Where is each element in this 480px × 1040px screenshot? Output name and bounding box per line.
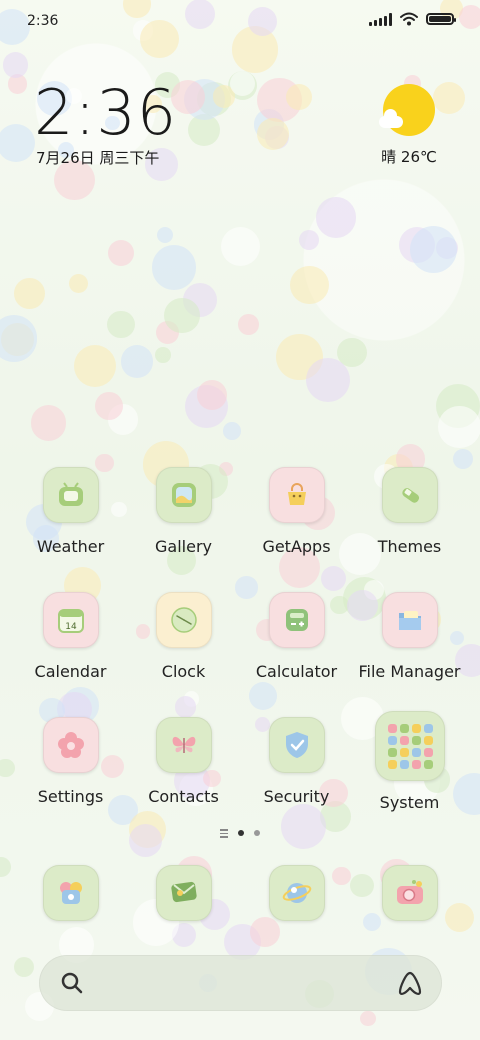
app-label: Settings — [37, 787, 104, 806]
status-bar: 2:36 — [0, 0, 480, 42]
app-label: File Manager — [358, 662, 461, 681]
app-themes[interactable]: Themes — [353, 467, 466, 556]
search-bar[interactable] — [39, 955, 442, 1011]
gallery-icon — [155, 467, 212, 523]
phone-icon — [42, 865, 99, 921]
app-label: Gallery — [155, 537, 212, 556]
app-gallery[interactable]: Gallery — [127, 467, 240, 556]
weather-widget-text: 晴 26℃ — [381, 148, 437, 166]
app-weather[interactable]: Weather — [14, 467, 127, 556]
calendar-icon: 14 — [42, 592, 99, 648]
app-label: Clock — [161, 662, 206, 681]
dock-messages[interactable] — [127, 865, 240, 921]
search-icon[interactable] — [60, 971, 84, 995]
app-label: GetApps — [262, 537, 331, 556]
butterfly-icon — [155, 717, 212, 773]
shield-icon — [268, 717, 325, 773]
app-label: Security — [263, 787, 330, 806]
page-indicator[interactable] — [0, 829, 480, 838]
app-file-manager[interactable]: File Manager — [353, 592, 466, 681]
weather-widget[interactable]: 晴 26℃ — [374, 84, 444, 167]
sun-cloud-icon — [379, 84, 435, 136]
flower-gear-icon — [42, 717, 99, 773]
calendar-badge: 14 — [65, 622, 77, 632]
browser-icon — [268, 865, 325, 921]
app-security[interactable]: Security — [240, 717, 353, 806]
status-icons — [369, 12, 456, 26]
wifi-icon — [400, 12, 418, 26]
app-getapps[interactable]: GetApps — [240, 467, 353, 556]
brush-icon — [381, 467, 438, 523]
shopping-bag-icon — [268, 467, 325, 523]
app-label: Weather — [36, 537, 105, 556]
camera-icon — [381, 865, 438, 921]
messages-icon — [155, 865, 212, 921]
folder-grid-icon — [374, 711, 445, 781]
app-contacts[interactable]: Contacts — [127, 717, 240, 806]
folder-icon — [381, 592, 438, 648]
assistant-icon[interactable] — [396, 969, 424, 997]
battery-icon — [426, 13, 456, 25]
dock-phone[interactable] — [14, 865, 127, 921]
app-settings[interactable]: Settings — [14, 717, 127, 806]
clock-widget-time[interactable]: 2:36 — [34, 76, 177, 149]
calculator-icon — [268, 592, 325, 648]
clock-icon — [155, 592, 212, 648]
app-calculator[interactable]: Calculator — [240, 592, 353, 681]
app-label: System — [379, 793, 440, 812]
dock-camera[interactable] — [353, 865, 466, 921]
app-label: Calendar — [34, 662, 107, 681]
page-dot-active — [238, 830, 244, 837]
clock-widget-date[interactable]: 7月26日 周三下午 — [36, 147, 159, 168]
app-system-folder[interactable]: System — [353, 711, 466, 812]
page-dot — [254, 830, 260, 837]
app-label: Calculator — [255, 662, 338, 681]
weather-icon — [42, 467, 99, 523]
app-clock[interactable]: Clock — [127, 592, 240, 681]
signal-icon — [369, 12, 392, 26]
app-label: Themes — [377, 537, 442, 556]
page-list-icon — [220, 829, 228, 838]
app-calendar[interactable]: 14 Calendar — [14, 592, 127, 681]
dock-browser[interactable] — [240, 865, 353, 921]
status-time: 2:36 — [27, 13, 59, 29]
app-label: Contacts — [148, 787, 219, 806]
